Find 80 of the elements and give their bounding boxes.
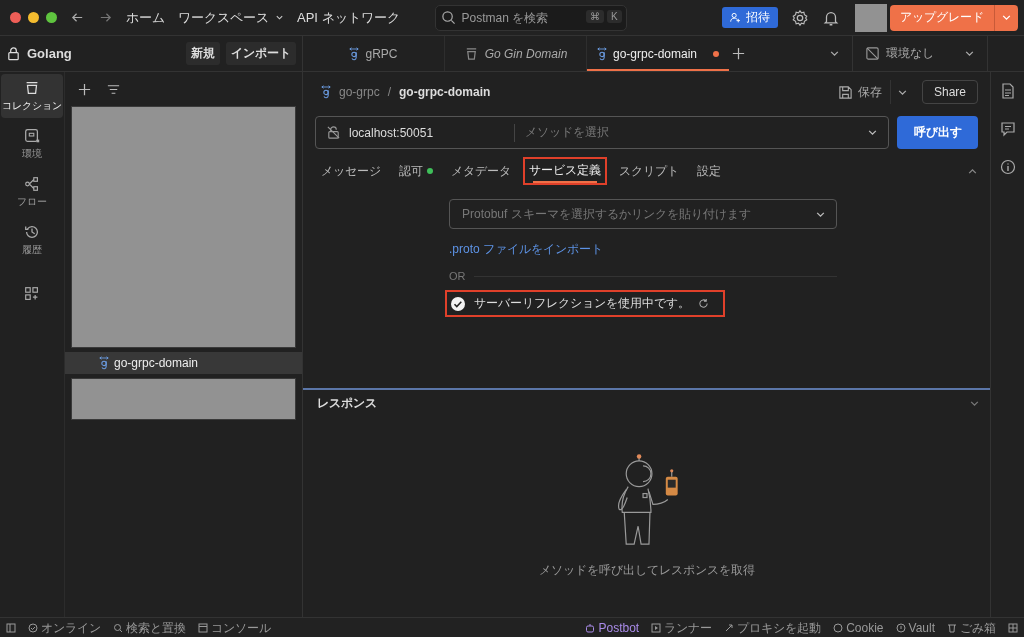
grpc-icon [321, 85, 331, 99]
request-tab[interactable]: go-grpc-domain [587, 36, 729, 71]
new-tab-icon[interactable] [731, 46, 746, 61]
import-proto-link[interactable]: .proto ファイルをインポート [449, 241, 604, 258]
status-bar-item[interactable]: Cookie [833, 619, 884, 636]
status-bar-item[interactable]: Vault [895, 619, 935, 636]
status-bar-item[interactable]: オンライン [28, 619, 101, 636]
lock-icon [6, 46, 21, 61]
workspace-name: Golang [27, 46, 72, 61]
request-section-tab[interactable]: 設定 [691, 157, 727, 185]
schema-select[interactable]: Protobuf スキーマを選択するかリンクを貼り付けます [449, 199, 837, 229]
request-section-tab[interactable]: サービス定義 [523, 157, 607, 185]
sidebar-tab[interactable]: コレクション [1, 74, 63, 118]
nav-link[interactable]: ホーム [126, 8, 165, 27]
grpc-icon [99, 356, 109, 370]
refresh-icon[interactable] [698, 298, 709, 309]
sidebar-tab[interactable]: 履歴 [1, 218, 63, 262]
save-button[interactable]: 保存 [837, 83, 882, 101]
invite-button[interactable]: 招待 [722, 7, 778, 28]
nav-link[interactable]: ワークスペース [178, 8, 284, 27]
empty-state-message: メソッドを呼び出してレスポンスを取得 [538, 562, 755, 579]
request-title: go-grpc-domain [399, 85, 491, 99]
document-icon[interactable] [999, 83, 1016, 99]
request-section-tab[interactable]: スクリプト [613, 157, 685, 185]
status-bar-item[interactable]: プロキシを起動 [724, 619, 822, 636]
workspace-action-button[interactable]: インポート [226, 42, 296, 65]
request-section-tab[interactable]: メッセージ [315, 157, 387, 185]
breadcrumb-link[interactable]: go-grpc [339, 85, 380, 99]
or-separator-label: OR [449, 270, 466, 282]
comment-icon[interactable] [999, 121, 1016, 137]
response-title: レスポンス [317, 394, 377, 412]
status-bar-item[interactable]: コンソール [198, 619, 271, 636]
flow-icon [23, 175, 41, 193]
layout-icon[interactable] [1008, 622, 1018, 633]
nav-link[interactable]: API ネットワーク [297, 8, 400, 27]
request-section-tab[interactable]: 認可 [393, 157, 439, 185]
workspace-action-button[interactable]: 新規 [186, 42, 220, 65]
console-icon [198, 622, 208, 633]
sidebar-toggle-icon[interactable] [6, 622, 16, 633]
trash-icon [947, 622, 957, 633]
grpc-icon [349, 46, 360, 61]
status-bar-item[interactable]: 検索と置換 [113, 619, 186, 636]
request-section-tab[interactable]: メタデータ [445, 157, 517, 185]
request-tab[interactable]: gRPC [303, 36, 445, 71]
history-icon [23, 223, 41, 241]
add-apps-icon [23, 285, 41, 303]
chevron-icon [275, 13, 284, 22]
reflection-status: サーバーリフレクションを使用中です。 [474, 295, 690, 312]
request-tab[interactable]: Go Gin Domain [445, 36, 587, 71]
breadcrumb-separator: / [387, 85, 392, 99]
play-icon [651, 622, 662, 633]
close-light[interactable] [10, 12, 21, 23]
status-bar-item[interactable]: ごみ箱 [947, 619, 996, 636]
arrow-icon [724, 622, 735, 633]
search-icon [440, 9, 456, 25]
no-environment-icon [865, 46, 880, 61]
invoke-button[interactable]: 呼び出す [897, 116, 978, 149]
sidebar-tab[interactable]: 環境 [1, 122, 63, 166]
vault-icon [895, 622, 906, 633]
grpc-icon [596, 46, 607, 61]
status-bar-item[interactable]: Postbot [585, 619, 640, 636]
upgrade-menu-button[interactable] [994, 4, 1018, 31]
environment-icon [23, 127, 41, 145]
status-bar-item[interactable]: ランナー [651, 619, 713, 636]
cookie-icon [833, 622, 844, 633]
zoom-light[interactable] [46, 12, 57, 23]
add-icon[interactable] [77, 81, 92, 97]
person-add-icon [730, 12, 741, 23]
settings-icon[interactable] [791, 8, 809, 27]
search-icon [113, 622, 123, 633]
robot-icon [585, 622, 596, 633]
sidebar-tab[interactable]: フロー [1, 170, 63, 214]
check-circle-icon [28, 622, 38, 633]
request-item[interactable]: go-grpc-domain [65, 352, 302, 374]
info-icon[interactable] [999, 159, 1016, 175]
share-button[interactable]: Share [921, 80, 978, 104]
avatar[interactable] [855, 3, 887, 32]
minimize-light[interactable] [28, 12, 39, 23]
environment-selector[interactable]: 環境なし [852, 36, 988, 71]
unsaved-dot [713, 50, 719, 57]
